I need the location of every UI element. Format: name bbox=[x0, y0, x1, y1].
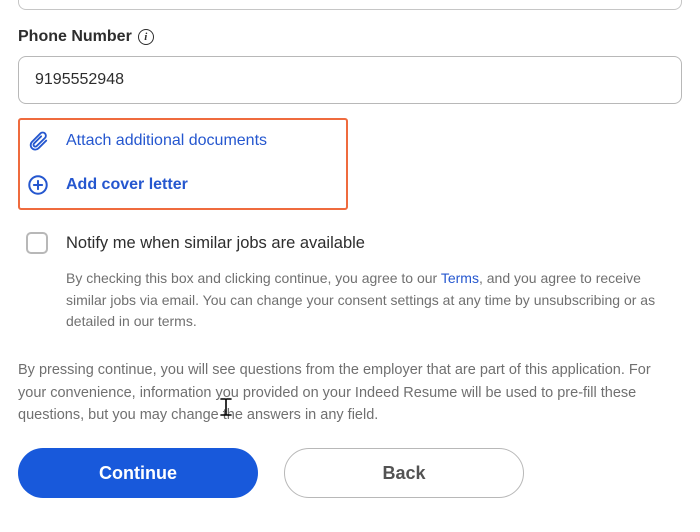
consent-text: By checking this box and clicking contin… bbox=[66, 268, 666, 333]
terms-link[interactable]: Terms bbox=[441, 270, 479, 286]
continue-button[interactable]: Continue bbox=[18, 448, 258, 498]
consent-pre: By checking this box and clicking contin… bbox=[66, 270, 441, 286]
button-row: Continue Back bbox=[18, 448, 682, 498]
phone-number-label-text: Phone Number bbox=[18, 28, 132, 46]
continue-button-label: Continue bbox=[99, 463, 177, 484]
attachment-highlight-box: Attach additional documents Add cover le… bbox=[18, 118, 348, 210]
notify-block: Notify me when similar jobs are availabl… bbox=[18, 232, 682, 333]
notify-label: Notify me when similar jobs are availabl… bbox=[66, 234, 365, 253]
back-button[interactable]: Back bbox=[284, 448, 524, 498]
add-cover-letter-label: Add cover letter bbox=[66, 176, 188, 194]
phone-number-label: Phone Number i bbox=[18, 28, 682, 46]
attach-documents-label: Attach additional documents bbox=[66, 132, 267, 150]
plus-circle-icon bbox=[26, 174, 50, 196]
paperclip-icon bbox=[26, 130, 50, 152]
notify-checkbox[interactable] bbox=[26, 232, 48, 254]
previous-input-bottom-edge bbox=[18, 0, 682, 10]
add-cover-letter-button[interactable]: Add cover letter bbox=[26, 174, 338, 196]
footer-note: By pressing continue, you will see quest… bbox=[18, 359, 682, 426]
back-button-label: Back bbox=[382, 463, 425, 484]
info-icon[interactable]: i bbox=[138, 29, 154, 45]
attach-documents-button[interactable]: Attach additional documents bbox=[26, 130, 338, 152]
phone-number-input[interactable] bbox=[18, 56, 682, 104]
